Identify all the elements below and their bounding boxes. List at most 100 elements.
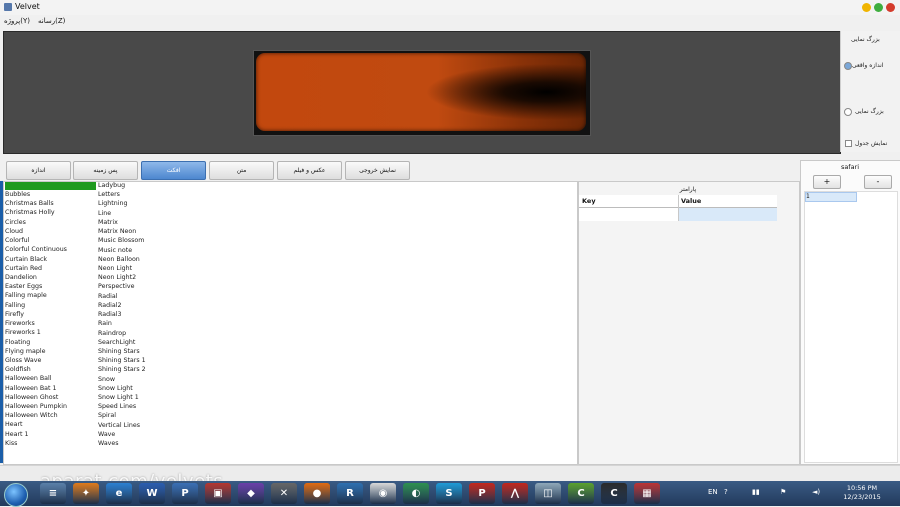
effect-item[interactable]: Snow Light [98,384,146,393]
effect-item[interactable]: Halloween Ghost [5,393,67,402]
start-button[interactable] [4,483,28,507]
effect-item[interactable]: Radial2 [98,301,146,310]
zoom-radio[interactable] [844,108,852,116]
effect-item[interactable]: Line [98,209,146,218]
effect-item[interactable]: SearchLight [98,338,146,347]
tab-effect[interactable]: افکت [141,161,206,180]
effect-item[interactable]: Christmas Balls [5,199,67,208]
taskbar-app-11[interactable]: ◐ [403,483,429,504]
effect-item[interactable]: Ladybug [98,181,146,190]
network-icon[interactable]: ▮▮ [752,488,760,496]
effect-item[interactable]: Waves [98,439,146,448]
effect-item[interactable]: Shining Stars [98,347,146,356]
fullscreen-button[interactable]: بزرگ نمایی [851,36,880,43]
effect-item[interactable]: Neon Light2 [98,273,146,282]
show-table-checkbox[interactable] [845,140,852,147]
effect-item[interactable]: Speed Lines [98,402,146,411]
effect-item[interactable]: Raindrop [98,329,146,338]
effect-item[interactable]: Fireworks [5,319,67,328]
effect-item[interactable]: Floating [5,338,67,347]
real-size-radio[interactable] [844,62,852,70]
taskbar-app-1[interactable]: ✦ [73,483,99,504]
safari-list-item[interactable]: 1 [805,192,857,202]
effect-item[interactable]: Falling [5,301,67,310]
effect-item[interactable]: Matrix Neon [98,227,146,236]
effect-item[interactable]: Curtain Red [5,264,67,273]
effect-item[interactable]: Shining Stars 2 [98,365,146,374]
key-column-header[interactable]: Key [582,197,596,205]
effect-item[interactable]: Matrix [98,218,146,227]
effect-item[interactable]: Neon Balloon [98,255,146,264]
taskbar-app-8[interactable]: ● [304,483,330,504]
taskbar-app-17[interactable]: C [601,483,627,504]
taskbar-app-16[interactable]: C [568,483,594,504]
effect-item[interactable]: Halloween Bat 1 [5,384,67,393]
tab-size[interactable]: اندازه [6,161,71,180]
flag-icon[interactable]: ⚑ [780,488,786,496]
taskbar-app-0[interactable]: ≡ [40,483,66,504]
effect-item[interactable]: Rain [98,319,146,328]
taskbar-app-4[interactable]: P [172,483,198,504]
language-indicator[interactable]: EN [708,488,718,496]
effect-item[interactable]: Christmas Holly [5,208,67,217]
taskbar-app-6[interactable]: ◆ [238,483,264,504]
taskbar-app-10[interactable]: ◉ [370,483,396,504]
tab-text[interactable]: متن [209,161,274,180]
taskbar-app-12[interactable]: S [436,483,462,504]
effect-item[interactable]: Music Blossom [98,236,146,245]
params-value-cell[interactable] [678,208,777,221]
tab-photo-video[interactable]: عکس و فیلم [277,161,342,180]
effect-item[interactable]: Halloween Pumpkin [5,402,67,411]
effect-item[interactable]: Easter Eggs [5,282,67,291]
clock[interactable]: 10:56 PM 12/23/2015 [842,484,882,502]
effect-item[interactable]: Halloween Ball [5,374,67,383]
effect-item[interactable]: Lightning [98,199,146,208]
help-icon[interactable]: ? [724,488,728,496]
effect-item[interactable]: Heart 1 [5,430,67,439]
taskbar-app-2[interactable]: e [106,483,132,504]
effect-item[interactable]: Falling maple [5,291,67,300]
taskbar-app-15[interactable]: ◫ [535,483,561,504]
taskbar-app-9[interactable]: R [337,483,363,504]
effect-item[interactable]: Halloween Witch [5,411,67,420]
effect-item[interactable]: Neon Light [98,264,146,273]
selected-effect-item[interactable] [5,182,96,190]
effect-item[interactable]: Fireworks 1 [5,328,67,337]
taskbar-app-5[interactable]: ▣ [205,483,231,504]
taskbar-app-7[interactable]: ✕ [271,483,297,504]
effect-item[interactable]: Radial [98,292,146,301]
tab-background[interactable]: پس زمینه [73,161,138,180]
effect-item[interactable]: Heart [5,420,67,429]
effect-item[interactable]: Snow [98,375,146,384]
effect-item[interactable]: Colorful [5,236,67,245]
effect-item[interactable]: Goldfish [5,365,67,374]
effect-item[interactable]: Radial3 [98,310,146,319]
menu-project[interactable]: پروژه(Y) [4,17,30,25]
effect-item[interactable]: Firefly [5,310,67,319]
add-button[interactable]: + [813,175,841,189]
menu-media[interactable]: رسانه(Z) [38,17,65,25]
effect-item[interactable]: Flying maple [5,347,67,356]
effect-item[interactable]: Kiss [5,439,67,448]
effect-item[interactable]: Shining Stars 1 [98,356,146,365]
remove-button[interactable]: - [864,175,892,189]
value-column-header[interactable]: Value [681,197,701,205]
effect-item[interactable]: Circles [5,218,67,227]
effect-item[interactable]: Cloud [5,227,67,236]
close-button[interactable] [886,3,895,12]
effect-item[interactable]: Colorful Continuous [5,245,67,254]
effect-item[interactable]: Perspective [98,282,146,291]
effect-item[interactable]: Bubbles [5,190,67,199]
taskbar-app-13[interactable]: P [469,483,495,504]
taskbar-app-18[interactable]: ▦ [634,483,660,504]
effect-item[interactable]: Wave [98,430,146,439]
tab-output-preview[interactable]: نمایش خروجی [345,161,410,180]
maximize-button[interactable] [874,3,883,12]
taskbar-app-14[interactable]: ⋀ [502,483,528,504]
effect-item[interactable]: Gloss Wave [5,356,67,365]
effect-item[interactable]: Snow Light 1 [98,393,146,402]
taskbar-app-3[interactable]: W [139,483,165,504]
effect-item[interactable]: Music note [98,246,146,255]
effect-item[interactable]: Vertical Lines [98,421,146,430]
effect-item[interactable]: Spiral [98,411,146,420]
